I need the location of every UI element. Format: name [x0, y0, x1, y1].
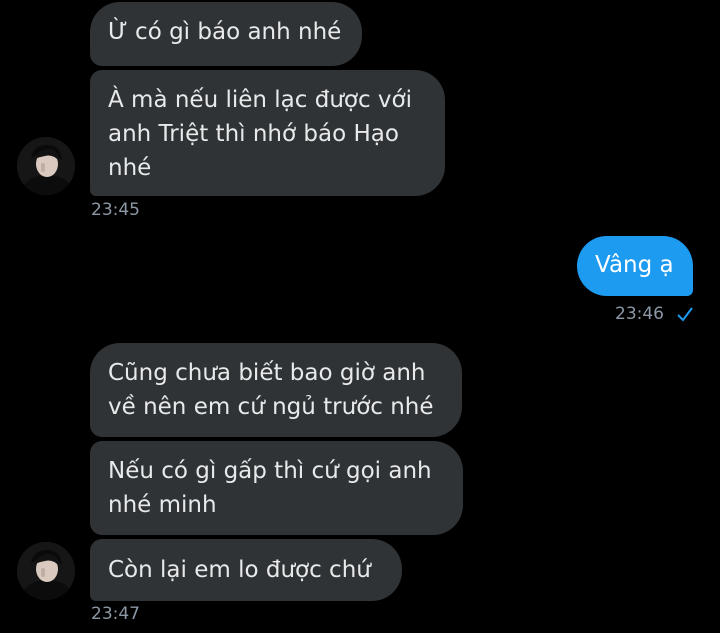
- message-text: Vâng ạ: [595, 252, 674, 278]
- message-bubble-incoming[interactable]: À mà nếu liên lạc được với anh Triệt thì…: [90, 70, 445, 196]
- timestamp: 23:45: [91, 200, 140, 220]
- avatar-icon: [17, 137, 75, 195]
- message-text: Ừ có gì báo anh nhé: [108, 19, 342, 45]
- message-bubble-incoming[interactable]: Cũng chưa biết bao giờ anh về nên em cứ …: [90, 343, 462, 437]
- avatar-icon: [17, 542, 75, 600]
- message-text: Nếu có gì gấp thì cứ gọi anh nhé minh: [108, 458, 432, 518]
- timestamp: 23:47: [91, 604, 140, 624]
- message-text: Cũng chưa biết bao giờ anh về nên em cứ …: [108, 360, 434, 420]
- user-avatar[interactable]: [17, 542, 75, 600]
- message-text: À mà nếu liên lạc được với anh Triệt thì…: [108, 87, 413, 181]
- message-bubble-incoming[interactable]: Nếu có gì gấp thì cứ gọi anh nhé minh: [90, 441, 463, 535]
- message-bubble-outgoing[interactable]: Vâng ạ: [577, 236, 693, 296]
- timestamp: 23:46: [615, 304, 664, 324]
- user-avatar[interactable]: [17, 137, 75, 195]
- check-icon: [677, 307, 693, 322]
- message-text: Còn lại em lo được chứ: [108, 557, 371, 583]
- message-bubble-incoming[interactable]: Còn lại em lo được chứ: [90, 539, 402, 601]
- message-bubble-incoming[interactable]: Ừ có gì báo anh nhé: [90, 2, 362, 66]
